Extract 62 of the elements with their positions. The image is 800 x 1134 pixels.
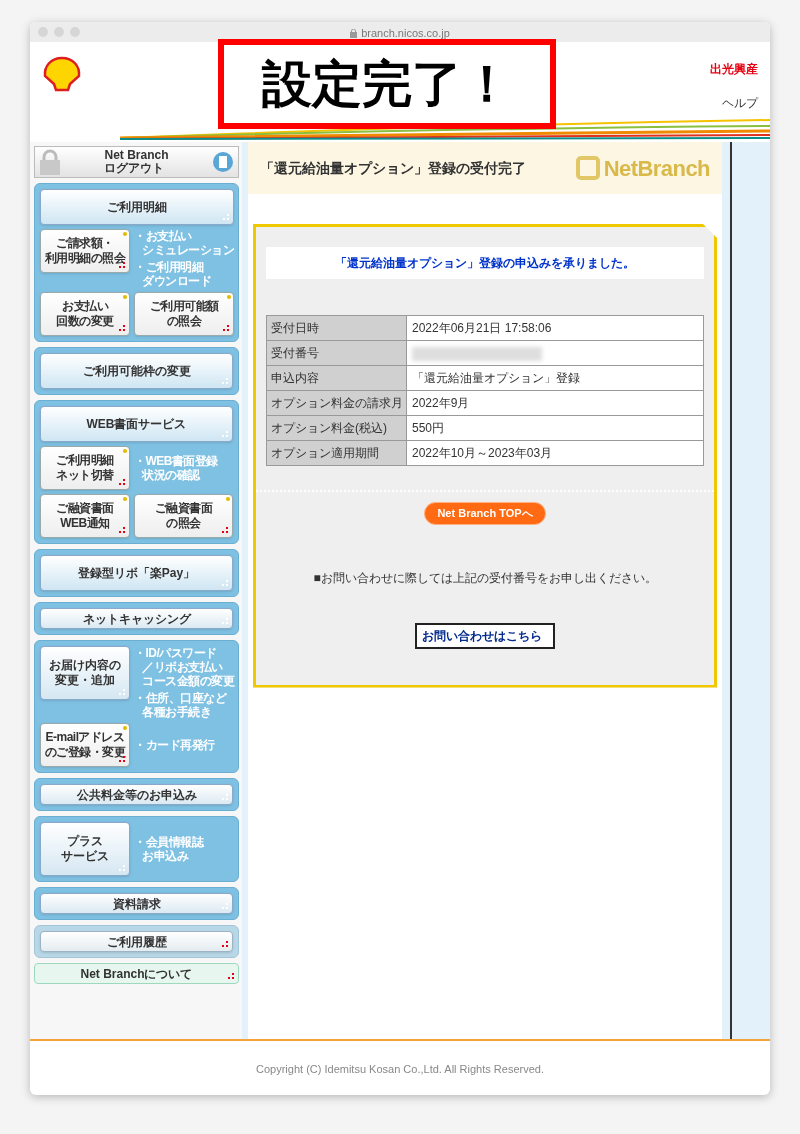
menu-button[interactable]: ネットキャッシング — [40, 608, 233, 629]
copyright-text: Copyright (C) Idemitsu Kosan Co.,Ltd. All Rights Reserved. — [256, 1062, 544, 1077]
netbranch-logo: NetBranch — [603, 154, 710, 183]
corner-dots-icon — [222, 941, 228, 947]
corner-dots-icon — [119, 689, 125, 695]
table-value: 2022年10月～2023年03月 — [412, 446, 553, 460]
shell-icon — [42, 56, 82, 92]
corner-dots-icon — [222, 378, 228, 384]
corner-dots-icon — [222, 527, 228, 533]
company-name: 出光興産 — [710, 61, 758, 78]
menu-button[interactable]: ご利用履歴 — [40, 931, 233, 952]
confirmation-message: 「還元給油量オプション」登録の申込みを承りました。 — [266, 247, 704, 279]
contact-button[interactable]: お問い合わせはこちら — [415, 622, 555, 649]
logo-mark-icon — [575, 156, 600, 180]
menu-tile[interactable]: ご請求額・ 利用明細の照会 — [40, 229, 130, 273]
corner-dots-icon — [119, 865, 125, 871]
lock-icon — [350, 28, 358, 38]
corner-dots-icon — [222, 580, 228, 586]
menu-button[interactable]: ご利用明細 — [40, 189, 234, 225]
corner-dots-icon — [119, 325, 125, 331]
callout-box: 設定完了！ — [218, 39, 556, 129]
menu-button[interactable]: WEB書面サービス — [40, 406, 233, 442]
corner-dots-icon — [119, 262, 125, 268]
corner-dots-icon — [228, 973, 234, 979]
menu-button[interactable]: ご利用可能枠の変更 — [40, 353, 233, 389]
menu-button[interactable]: 資料請求 — [40, 893, 233, 914]
corner-dots-icon — [223, 214, 229, 220]
menu-tile[interactable]: プラス サービス — [40, 822, 130, 876]
menu-button[interactable]: 登録型リボ「楽Pay」 — [40, 555, 233, 591]
corner-dots-icon — [222, 794, 228, 800]
table-label: 申込内容 — [266, 365, 407, 391]
table-value: 550円 — [412, 421, 445, 435]
table-value: 2022年06月21日 17:58:06 — [412, 321, 552, 335]
menu-tile[interactable]: お支払い 回数の変更 — [40, 292, 130, 336]
menu-tile[interactable]: ご利用明細 ネット切替 — [40, 446, 130, 490]
menu-button[interactable]: Net Branchについて — [34, 963, 239, 984]
page-title: 「還元給油量オプション」登録の受付完了 — [260, 158, 526, 178]
corner-dots-icon — [119, 479, 125, 485]
corner-dots-icon — [119, 756, 125, 762]
menu-tile[interactable]: お届け内容の 変更・追加 — [40, 646, 130, 700]
table-label: 受付日時 — [266, 315, 407, 341]
door-icon — [212, 151, 234, 173]
table-label: オプション料金の請求月 — [266, 390, 407, 416]
corner-dots-icon — [222, 431, 228, 437]
table-value: 2022年9月 — [412, 396, 470, 410]
menu-tile[interactable]: ご利用可能額 の照会 — [134, 292, 234, 336]
corner-dots-icon — [222, 903, 228, 909]
corner-dots-icon — [223, 325, 229, 331]
menu-tile[interactable]: ご融資書面 の照会 — [134, 494, 233, 538]
help-link[interactable]: ヘルプ — [722, 94, 758, 112]
table-value: 「還元給油量オプション」登録 — [412, 371, 580, 385]
lock-icon — [39, 149, 61, 175]
menu-tile[interactable]: ご融資書面 WEB通知 — [40, 494, 130, 538]
table-label: 受付番号 — [266, 340, 407, 366]
corner-dots-icon — [119, 527, 125, 533]
table-label: オプション適用期間 — [266, 440, 407, 466]
notice-text: ■お問い合わせに際しては上記の受付番号をお申し出ください。 — [312, 569, 658, 587]
table-label: オプション料金(税込) — [266, 415, 407, 441]
logout-button[interactable]: Net Branch ログアウト — [34, 146, 239, 178]
corner-dots-icon — [222, 618, 228, 624]
menu-button[interactable]: 公共料金等のお申込み — [40, 784, 233, 805]
url-text: branch.nicos.co.jp — [361, 26, 450, 41]
